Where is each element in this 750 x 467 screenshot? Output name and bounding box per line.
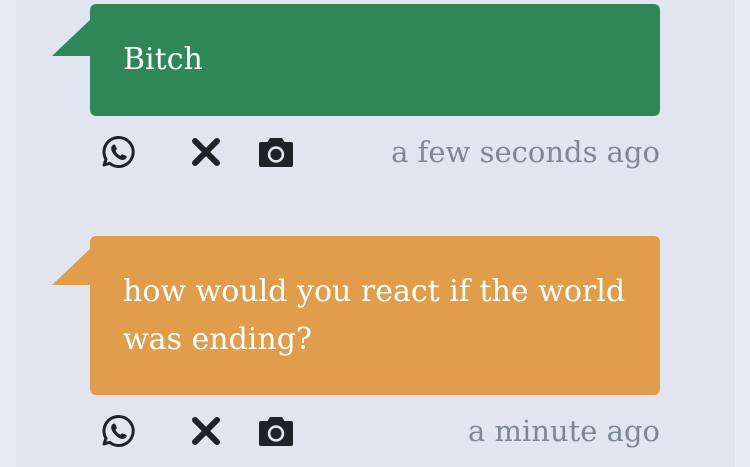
message-feed: Bitch a few seconds ago how would you re… <box>16 0 735 467</box>
message-actions: a minute ago <box>100 413 660 453</box>
close-icon[interactable] <box>188 413 224 449</box>
bubble-tail <box>52 247 92 285</box>
bubble-tail <box>52 18 92 56</box>
message-timestamp: a minute ago <box>468 414 660 448</box>
camera-icon[interactable] <box>258 413 294 449</box>
message-actions: a few seconds ago <box>100 134 660 174</box>
close-icon[interactable] <box>188 134 224 170</box>
whatsapp-icon[interactable] <box>100 134 136 170</box>
whatsapp-icon[interactable] <box>100 413 136 449</box>
message-text: how would you react if the world was end… <box>123 273 626 357</box>
message-bubble: Bitch <box>90 4 660 116</box>
camera-icon[interactable] <box>258 134 294 170</box>
message-bubble: how would you react if the world was end… <box>90 236 660 395</box>
message-timestamp: a few seconds ago <box>391 135 660 169</box>
message-text: Bitch <box>123 42 203 77</box>
